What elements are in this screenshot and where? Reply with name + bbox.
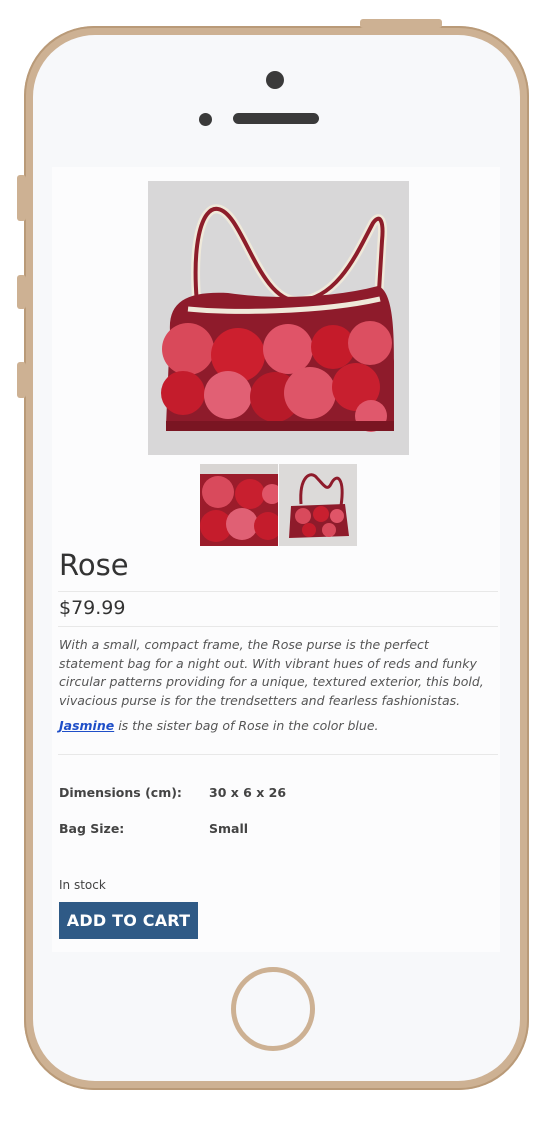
divider: [58, 626, 498, 627]
home-button: [231, 967, 315, 1051]
product-thumbnail-1[interactable]: [200, 464, 278, 546]
divider: [58, 591, 498, 592]
product-price: $79.99: [59, 597, 126, 619]
stock-status: In stock: [59, 878, 106, 892]
power-button: [360, 19, 442, 28]
front-camera: [266, 71, 284, 89]
volume-down-button: [17, 362, 26, 398]
mute-switch: [17, 175, 26, 221]
bag-illustration: [148, 181, 409, 455]
spec-dimensions-value: 30 x 6 x 26: [209, 785, 287, 800]
product-thumbnail-2[interactable]: [279, 464, 357, 546]
thumbnail-illustration-2: [279, 464, 357, 546]
earpiece-speaker: [233, 113, 319, 124]
sister-bag-text: is the sister bag of Rose in the color b…: [114, 718, 379, 733]
add-to-cart-button[interactable]: ADD TO CART: [59, 902, 198, 939]
volume-up-button: [17, 275, 26, 309]
thumbnail-illustration-1: [200, 464, 278, 546]
spec-size-value: Small: [209, 821, 249, 836]
sister-bag-note: Jasmine is the sister bag of Rose in the…: [59, 718, 495, 733]
product-title: Rose: [59, 548, 129, 582]
product-page: Rose $79.99 With a small, compact frame,…: [52, 167, 500, 952]
product-description: With a small, compact frame, the Rose pu…: [59, 637, 484, 708]
product-main-image[interactable]: [148, 181, 409, 455]
spec-size-label: Bag Size:: [59, 821, 125, 836]
divider: [58, 754, 498, 755]
sister-bag-link[interactable]: Jasmine: [59, 718, 114, 733]
proximity-sensor: [199, 113, 212, 126]
spec-dimensions-label: Dimensions (cm):: [59, 785, 182, 800]
